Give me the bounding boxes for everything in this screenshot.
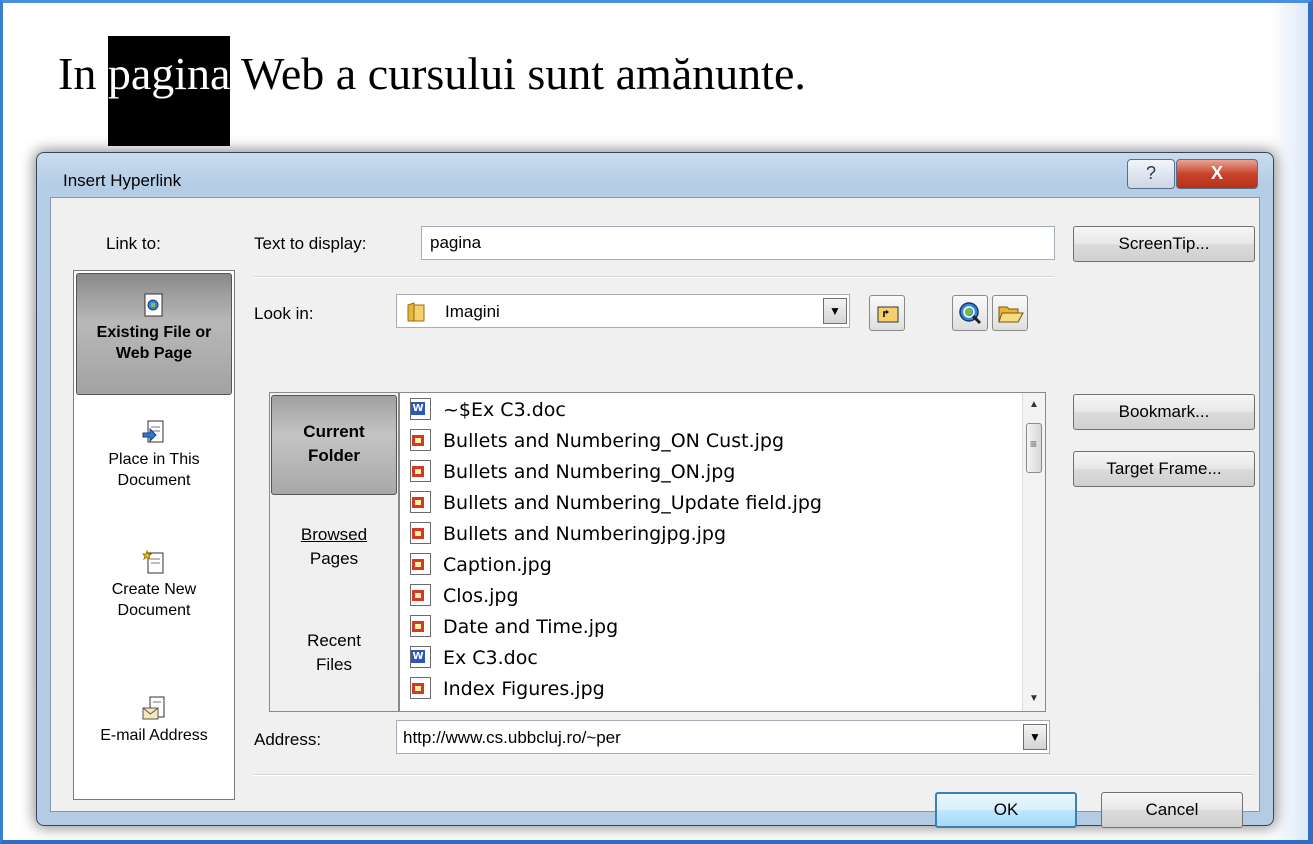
open-folder-icon <box>998 303 1024 330</box>
browse-web-button[interactable] <box>952 295 988 331</box>
close-button[interactable]: X <box>1176 159 1258 189</box>
insert-hyperlink-dialog: Insert Hyperlink ? X Link to: Existing F… <box>36 152 1274 828</box>
file-name: Bullets and Numberingjpg.jpg <box>443 523 727 545</box>
file-list-item[interactable]: Bullets and Numbering_Update field.jpg <box>410 488 822 518</box>
target-frame-button[interactable]: Target Frame... <box>1073 451 1255 487</box>
place-label: Current <box>303 422 365 441</box>
browse-file-button[interactable] <box>992 295 1028 331</box>
place-browsed-pages[interactable]: Browsed Pages <box>271 523 397 583</box>
text-to-display-label: Text to display: <box>254 234 367 253</box>
heading-selected-text: pagina <box>107 36 231 146</box>
place-label: Browsed <box>300 525 368 544</box>
link-to-create-new-document[interactable]: Create New Document <box>76 549 232 621</box>
separator <box>254 774 1254 776</box>
bookmark-button[interactable]: Bookmark... <box>1073 394 1255 430</box>
look-in-value: Imagini <box>445 302 500 321</box>
image-file-icon <box>410 460 431 482</box>
file-name: ~$Ex C3.doc <box>443 399 566 421</box>
file-list[interactable]: Index Figures.jpg Ex C3.doc Date and Time.… <box>399 392 1046 712</box>
file-name: Date and Time.jpg <box>443 616 619 638</box>
file-list-item[interactable]: Index Figures.jpg <box>410 674 605 704</box>
image-file-icon <box>410 429 431 451</box>
link-to-item-label: Place in This <box>108 451 200 468</box>
file-list-item[interactable]: Bullets and Numbering_ON Cust.jpg <box>410 426 784 456</box>
folder-icon <box>407 302 425 327</box>
link-to-item-label: Existing File or <box>96 324 212 341</box>
image-file-icon <box>410 677 431 699</box>
place-label: Pages <box>309 549 359 568</box>
screentip-button[interactable]: ScreenTip... <box>1073 226 1255 262</box>
heading-text-after: Web a cursului sunt amănunte. <box>230 48 806 99</box>
slide-heading: In pagina Web a cursului sunt amănunte. <box>58 36 806 146</box>
link-to-pane: Existing File or Web Page Place in This … <box>73 270 235 800</box>
scroll-thumb[interactable] <box>1026 423 1042 473</box>
text-to-display-input[interactable] <box>421 226 1055 260</box>
link-to-email-address[interactable]: E-mail Address <box>76 695 232 746</box>
help-button[interactable]: ? <box>1127 159 1175 189</box>
address-value: http://www.cs.ubbcluj.ro/~per <box>403 728 621 747</box>
place-label: Folder <box>308 446 360 465</box>
dialog-client-area: Link to: Existing File or Web Page Place… <box>50 197 1260 828</box>
place-in-document-icon <box>141 419 167 447</box>
address-combobox[interactable]: http://www.cs.ubbcluj.ro/~per ▼ <box>396 720 1050 754</box>
image-file-icon <box>410 522 431 544</box>
file-list-item[interactable]: Caption.jpg <box>410 550 552 580</box>
look-in-dropdown[interactable]: Imagini ▼ <box>396 294 850 328</box>
word-document-icon <box>410 398 431 420</box>
link-to-item-label: Create New <box>111 581 197 598</box>
file-list-item[interactable]: Clos.jpg <box>410 581 519 611</box>
link-to-place-in-document[interactable]: Place in This Document <box>76 419 232 491</box>
ok-button[interactable]: OK <box>935 792 1077 828</box>
file-list-item[interactable]: Bullets and Numberingjpg.jpg <box>410 519 726 549</box>
link-to-item-label: Web Page <box>115 345 193 362</box>
look-in-label: Look in: <box>254 304 314 323</box>
cancel-button[interactable]: Cancel <box>1101 792 1243 828</box>
scroll-up-arrow-icon[interactable]: ▲ <box>1023 395 1045 415</box>
file-name: Bullets and Numbering_ON Cust.jpg <box>443 430 785 452</box>
file-name: Bullets and Numbering_Update field.jpg <box>443 492 822 514</box>
up-folder-icon <box>877 303 899 328</box>
file-name: Caption.jpg <box>443 554 552 576</box>
browse-web-icon <box>958 301 982 330</box>
file-name: Bullets and Numbering_ON.jpg <box>443 461 736 483</box>
file-list-item[interactable]: Ex C3.doc <box>410 643 538 673</box>
word-document-icon <box>410 646 431 668</box>
link-to-label: Link to: <box>106 234 161 253</box>
dialog-title: Insert Hyperlink <box>63 171 182 190</box>
scroll-down-arrow-icon[interactable]: ▼ <box>1023 689 1045 709</box>
image-file-icon <box>410 584 431 606</box>
new-document-icon <box>141 549 167 577</box>
file-list-item[interactable]: Bullets and Numbering_ON.jpg <box>410 457 735 487</box>
heading-text-before: In <box>58 48 108 99</box>
file-name: Clos.jpg <box>443 585 519 607</box>
link-to-item-label: E-mail Address <box>100 727 208 744</box>
vertical-scrollbar[interactable]: ▲ ▼ <box>1022 393 1045 711</box>
chevron-down-icon[interactable]: ▼ <box>1023 724 1047 750</box>
place-label: Recent <box>307 631 361 650</box>
link-to-item-label: Document <box>117 472 191 489</box>
place-recent-files[interactable]: Recent Files <box>271 629 397 689</box>
separator <box>254 276 1054 278</box>
web-file-icon <box>141 292 167 320</box>
image-file-icon <box>410 615 431 637</box>
image-file-icon <box>410 553 431 575</box>
file-list-item[interactable]: ~$Ex C3.doc <box>410 395 566 425</box>
link-to-item-label: Document <box>117 602 191 619</box>
link-to-existing-file[interactable]: Existing File or Web Page <box>76 273 232 395</box>
image-file-icon <box>410 491 431 513</box>
file-list-item[interactable]: Date and Time.jpg <box>410 612 618 642</box>
email-icon <box>141 695 167 723</box>
file-name: Ex C3.doc <box>443 647 538 669</box>
places-bar: Current Folder Browsed Pages Recent File… <box>269 392 399 712</box>
chevron-down-icon: ▼ <box>823 298 847 324</box>
address-label: Address: <box>254 730 322 749</box>
file-name: Index Figures.jpg <box>443 678 605 700</box>
place-label: Files <box>316 655 352 674</box>
place-current-folder[interactable]: Current Folder <box>271 395 397 495</box>
up-one-folder-button[interactable] <box>869 295 905 331</box>
